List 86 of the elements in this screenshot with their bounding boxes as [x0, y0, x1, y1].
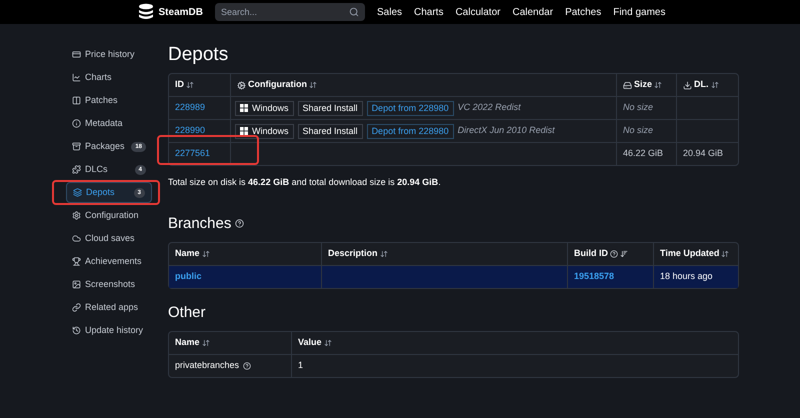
puzzle-icon [72, 165, 81, 174]
archive-icon [72, 142, 81, 151]
size-text: No size [623, 102, 654, 112]
windows-icon [240, 104, 248, 112]
info-icon [72, 119, 81, 128]
depot-note: VC 2022 Redist [458, 101, 521, 114]
search-field[interactable]: Search... [214, 3, 365, 21]
nav-link[interactable]: Charts [414, 4, 444, 20]
branch-link[interactable]: public [175, 270, 202, 281]
column-header[interactable]: Name [175, 246, 200, 260]
image-icon [72, 280, 81, 289]
config-tag: Shared Install [298, 124, 363, 138]
download-size-text: 20.94 GiB [683, 148, 724, 158]
nav-link[interactable]: Calculator [455, 4, 500, 20]
sidebar-item[interactable]: Configuration [66, 205, 152, 226]
platform-tag: Windows [235, 100, 294, 116]
logo-text[interactable]: SteamDB [158, 4, 203, 20]
sidebar-item[interactable]: Related apps [66, 297, 152, 318]
sidebar-item[interactable]: Price history [66, 44, 152, 65]
sidebar-item[interactable]: Screenshots [66, 274, 152, 295]
nav-link[interactable]: Calendar [512, 4, 554, 20]
gear-icon [237, 80, 246, 90]
line-chart-icon [72, 73, 81, 82]
sort-icon[interactable] [654, 81, 662, 89]
config-tag: Shared Install [298, 100, 363, 116]
size-text: No size [623, 125, 654, 136]
depot-link[interactable]: Depot from 228980 [366, 124, 454, 138]
cloud-icon [72, 234, 81, 243]
depot-link[interactable]: Depot from 228980 [366, 100, 454, 116]
table-cell: 18 hours ago [660, 270, 713, 281]
depot-id-link[interactable]: 2277561 [175, 148, 210, 158]
column-header[interactable]: Build ID [574, 246, 608, 260]
download-icon [683, 80, 692, 90]
sidebar-item[interactable]: Patches [66, 90, 152, 111]
search-icon[interactable] [348, 7, 359, 17]
column-header[interactable]: ID [175, 78, 184, 92]
card-icon [72, 50, 81, 59]
table-cell-text: privatebranches [175, 358, 240, 372]
platform-tag: Windows [235, 124, 294, 138]
column-header[interactable]: Size [634, 78, 652, 92]
history-icon [72, 326, 81, 335]
sidebar-item[interactable]: Cloud saves [66, 228, 152, 249]
nav-link[interactable]: Find games [613, 4, 666, 20]
column-header[interactable]: DL. [694, 78, 708, 92]
help-icon[interactable] [235, 219, 244, 228]
settings-icon [72, 211, 81, 220]
sort-icon[interactable] [202, 250, 210, 258]
sort-icon[interactable] [324, 338, 332, 346]
sidebar-item[interactable]: Achievements [66, 251, 152, 272]
sort-icon[interactable] [721, 250, 730, 258]
section-title: Branches [168, 214, 232, 234]
sort-icon[interactable] [202, 338, 210, 346]
help-icon[interactable] [243, 362, 252, 370]
depot-id-link[interactable]: 228990 [175, 125, 206, 136]
branch-row[interactable]: public 19518578 18 hours ago [169, 264, 738, 288]
columns-icon [72, 96, 81, 105]
sort-icon[interactable] [309, 81, 317, 89]
help-icon[interactable] [610, 250, 618, 258]
column-header[interactable]: Configuration [248, 78, 307, 92]
total-size-text: Total size on disk is 46.22 GiB and total download size is 20.94 GiB. [168, 176, 442, 189]
sort-descending-icon[interactable] [620, 250, 628, 258]
nav-link[interactable]: Patches [565, 4, 602, 20]
depot-id-link[interactable]: 228989 [175, 102, 206, 112]
section-title: Other [168, 302, 207, 322]
sidebar-item[interactable]: Charts [66, 67, 152, 88]
sidebar-item[interactable]: Metadata [66, 113, 152, 134]
database-logo-icon [136, 3, 155, 21]
column-header[interactable]: Description [328, 246, 378, 260]
table-cell: 1 [298, 360, 304, 370]
section-title: Depots [168, 43, 230, 67]
build-id-link[interactable]: 19518578 [574, 270, 614, 281]
nav-link[interactable]: Sales [376, 4, 402, 20]
sidebar-item[interactable]: Update history [66, 320, 152, 341]
column-header[interactable]: Name [175, 336, 200, 350]
size-text: 46.22 GiB [623, 148, 664, 158]
sort-icon[interactable] [710, 81, 718, 89]
column-header[interactable]: Time Updated [660, 246, 720, 260]
trophy-icon [72, 257, 81, 266]
drive-icon [623, 80, 632, 90]
depot-note: DirectX Jun 2010 Redist [458, 124, 555, 138]
sort-icon[interactable] [380, 250, 388, 258]
layers-icon [73, 188, 82, 197]
link-icon [72, 303, 81, 312]
column-header[interactable]: Value [298, 336, 322, 350]
sort-icon[interactable] [186, 81, 194, 89]
windows-icon [240, 127, 248, 135]
